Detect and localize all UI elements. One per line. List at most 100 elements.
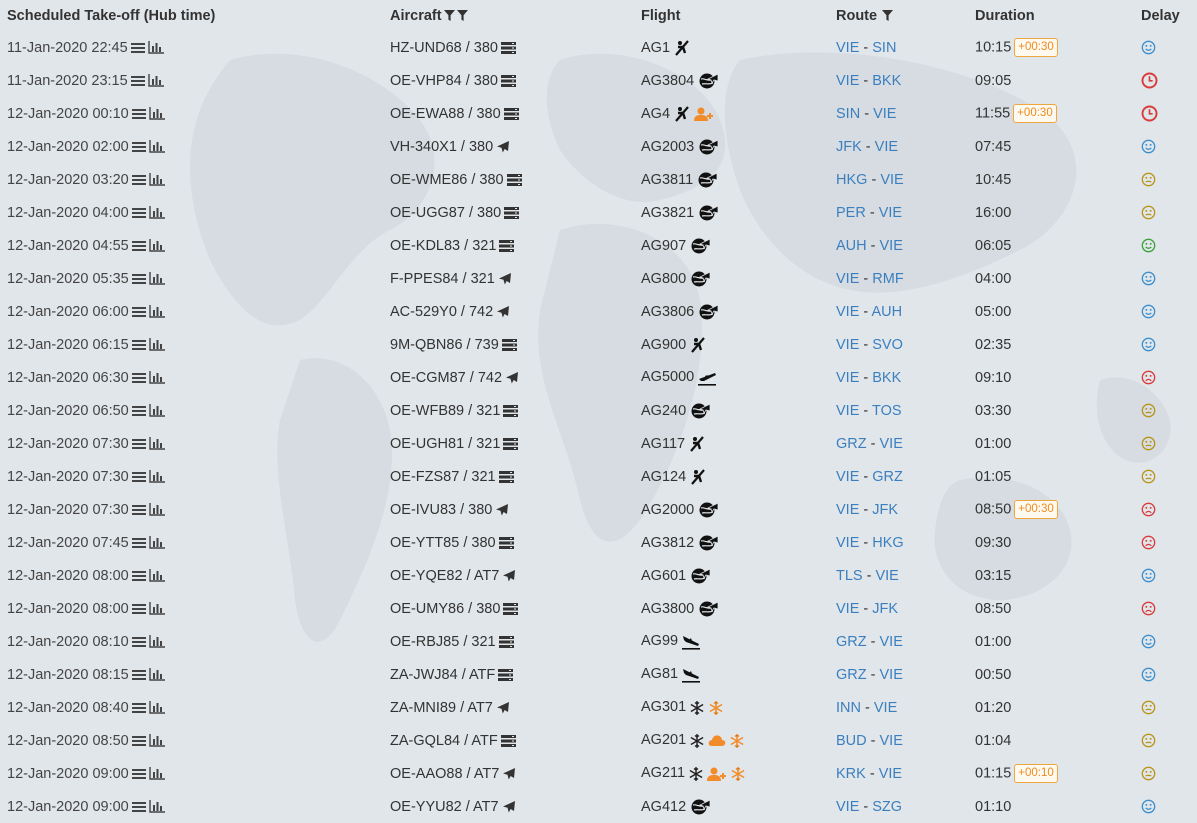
route-origin[interactable]: AUH	[836, 238, 867, 254]
route-origin[interactable]: VIE	[836, 601, 859, 617]
route-destination[interactable]: VIE	[875, 139, 898, 155]
table-row[interactable]: 12-Jan-2020 03:20 OE-WME86 / 380 AG3811 HKG…	[0, 163, 1197, 196]
route-origin[interactable]: GRZ	[836, 667, 867, 683]
flight-number[interactable]: AG601	[641, 567, 686, 583]
table-row[interactable]: 12-Jan-2020 02:00 VH-340X1 / 380 AG2003 JFK…	[0, 130, 1197, 163]
route-destination[interactable]: VIE	[873, 106, 896, 122]
flight-number[interactable]: AG124	[641, 468, 686, 484]
header-route[interactable]: Route	[829, 0, 968, 31]
route-destination[interactable]: VIE	[880, 238, 903, 254]
table-row[interactable]: 12-Jan-2020 00:10 OE-EWA88 / 380 AG4 SIN - …	[0, 97, 1197, 130]
table-row[interactable]: 12-Jan-2020 04:55 OE-KDL83 / 321 AG907 AUH …	[0, 229, 1197, 262]
route-destination[interactable]: BKK	[872, 370, 901, 386]
flight-number[interactable]: AG117	[641, 435, 685, 451]
route-destination[interactable]: BKK	[872, 73, 901, 89]
bar-chart-icon[interactable]	[149, 140, 165, 153]
table-row[interactable]: 12-Jan-2020 08:00 OE-YQE82 / AT7 AG601 TLS …	[0, 559, 1197, 592]
bar-chart-icon[interactable]	[149, 470, 165, 483]
aircraft-registration[interactable]: OE-YQE82 / AT7	[390, 568, 499, 584]
aircraft-registration[interactable]: ZA-MNI89 / AT7	[390, 700, 493, 716]
bar-chart-icon[interactable]	[149, 305, 165, 318]
route-destination[interactable]: VIE	[879, 205, 902, 221]
flight-number[interactable]: AG3811	[641, 171, 693, 187]
route-destination[interactable]: VIE	[880, 436, 903, 452]
aircraft-registration[interactable]: OE-EWA88 / 380	[390, 106, 501, 122]
filter-icon[interactable]	[879, 8, 894, 24]
route-destination[interactable]: VIE	[874, 700, 897, 716]
route-link[interactable]: VIE - RMF	[836, 271, 904, 287]
route-destination[interactable]: VIE	[880, 634, 903, 650]
aircraft-registration[interactable]: OE-AAO88 / AT7	[390, 766, 499, 782]
table-row[interactable]: 12-Jan-2020 07:30 OE-FZS87 / 321 AG124 VIE …	[0, 460, 1197, 493]
aircraft-registration[interactable]: AC-529Y0 / 742	[390, 304, 493, 320]
route-link[interactable]: VIE - JFK	[836, 502, 898, 518]
header-flight[interactable]: Flight	[634, 0, 829, 31]
flight-number[interactable]: AG900	[641, 336, 686, 352]
flight-number[interactable]: AG412	[641, 798, 686, 814]
route-link[interactable]: GRZ - VIE	[836, 667, 903, 683]
route-origin[interactable]: HKG	[836, 172, 867, 188]
list-icon[interactable]	[131, 768, 146, 780]
flight-number[interactable]: AG99	[641, 633, 678, 649]
flight-number[interactable]: AG3821	[641, 204, 694, 220]
table-row[interactable]: 12-Jan-2020 07:30 OE-UGH81 / 321 AG117 GRZ …	[0, 427, 1197, 460]
list-icon[interactable]	[131, 174, 146, 186]
table-row[interactable]: 12-Jan-2020 08:15 ZA-JWJ84 / ATF AG81 GRZ -…	[0, 658, 1197, 691]
route-origin[interactable]: VIE	[836, 73, 859, 89]
bar-chart-icon[interactable]	[149, 536, 165, 549]
route-destination[interactable]: VIE	[875, 568, 898, 584]
aircraft-registration[interactable]: OE-IVU83 / 380	[390, 502, 492, 518]
list-icon[interactable]	[130, 42, 145, 54]
route-origin[interactable]: KRK	[836, 766, 866, 782]
header-delay[interactable]: Delay	[1134, 0, 1197, 31]
route-destination[interactable]: JFK	[872, 601, 898, 617]
table-row[interactable]: 12-Jan-2020 05:35 F-PPES84 / 321 AG800 VIE …	[0, 262, 1197, 295]
route-link[interactable]: VIE - TOS	[836, 403, 902, 419]
aircraft-registration[interactable]: ZA-JWJ84 / ATF	[390, 667, 495, 683]
table-row[interactable]: 12-Jan-2020 07:30 OE-IVU83 / 380 AG2000 VIE…	[0, 493, 1197, 526]
route-origin[interactable]: VIE	[836, 40, 859, 56]
aircraft-registration[interactable]: OE-WME86 / 380	[390, 172, 504, 188]
route-destination[interactable]: GRZ	[872, 469, 903, 485]
bar-chart-icon[interactable]	[149, 404, 165, 417]
aircraft-registration[interactable]: OE-VHP84 / 380	[390, 73, 498, 89]
flight-number[interactable]: AG3812	[641, 534, 694, 550]
route-destination[interactable]: VIE	[880, 733, 903, 749]
route-origin[interactable]: VIE	[836, 535, 859, 551]
route-link[interactable]: KRK - VIE	[836, 766, 902, 782]
aircraft-registration[interactable]: OE-RBJ85 / 321	[390, 634, 496, 650]
aircraft-registration[interactable]: 9M-QBN86 / 739	[390, 337, 499, 353]
table-row[interactable]: 12-Jan-2020 04:00 OE-UGG87 / 380 AG3821 PER…	[0, 196, 1197, 229]
route-destination[interactable]: AUH	[871, 304, 902, 320]
list-icon[interactable]	[131, 405, 146, 417]
flight-number[interactable]: AG211	[641, 765, 685, 781]
route-destination[interactable]: RMF	[872, 271, 903, 287]
route-origin[interactable]: BUD	[836, 733, 867, 749]
table-row[interactable]: 12-Jan-2020 08:00 OE-UMY86 / 380 AG3800 VIE…	[0, 592, 1197, 625]
flight-number[interactable]: AG201	[641, 732, 686, 748]
table-row[interactable]: 11-Jan-2020 23:15 OE-VHP84 / 380 AG3804 VIE…	[0, 64, 1197, 97]
route-link[interactable]: VIE - SIN	[836, 40, 896, 56]
route-link[interactable]: SIN - VIE	[836, 106, 896, 122]
bar-chart-icon[interactable]	[149, 107, 165, 120]
list-icon[interactable]	[131, 108, 146, 120]
bar-chart-icon[interactable]	[149, 437, 165, 450]
flight-number[interactable]: AG907	[641, 237, 686, 253]
header-duration[interactable]: Duration	[968, 0, 1134, 31]
list-icon[interactable]	[131, 306, 146, 318]
flight-number[interactable]: AG3800	[641, 600, 694, 616]
route-destination[interactable]: SIN	[872, 40, 896, 56]
table-row[interactable]: 12-Jan-2020 07:45 OE-YTT85 / 380 AG3812 VIE…	[0, 526, 1197, 559]
aircraft-registration[interactable]: ZA-GQL84 / ATF	[390, 733, 498, 749]
list-icon[interactable]	[131, 207, 146, 219]
flight-number[interactable]: AG1	[641, 39, 670, 55]
list-icon[interactable]	[131, 537, 146, 549]
bar-chart-icon[interactable]	[149, 272, 165, 285]
table-row[interactable]: 12-Jan-2020 08:50 ZA-GQL84 / ATF AG201 BUD …	[0, 724, 1197, 757]
route-origin[interactable]: VIE	[836, 403, 859, 419]
list-icon[interactable]	[131, 339, 146, 351]
route-origin[interactable]: VIE	[836, 469, 859, 485]
aircraft-registration[interactable]: OE-YTT85 / 380	[390, 535, 496, 551]
route-origin[interactable]: VIE	[836, 304, 859, 320]
route-origin[interactable]: SIN	[836, 106, 860, 122]
